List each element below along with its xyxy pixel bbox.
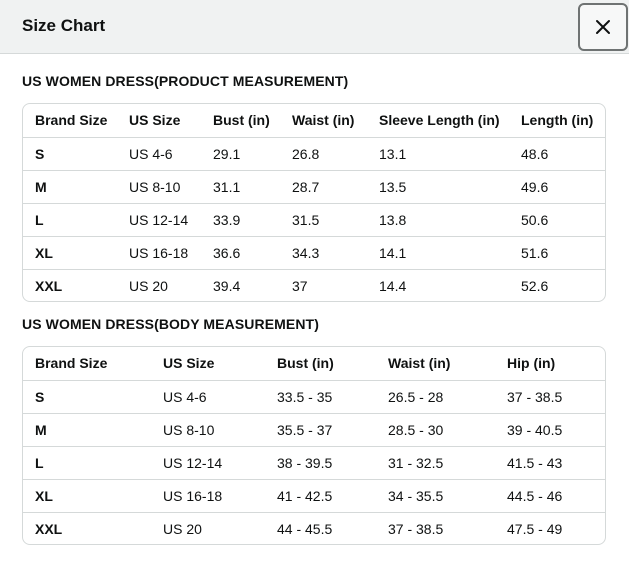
- brand-size-cell: XXL: [35, 521, 63, 537]
- table-cell: 36.6: [213, 245, 241, 261]
- table-cell: 14.1: [379, 245, 407, 261]
- close-icon: [596, 20, 610, 34]
- table-cell: 33.5 - 35: [277, 389, 333, 405]
- column-header: Waist (in): [292, 112, 355, 128]
- brand-size-cell: M: [35, 179, 47, 195]
- table-cell: 48.6: [521, 146, 549, 162]
- product-table-title: US WOMEN DRESS(PRODUCT MEASUREMENT): [22, 73, 349, 89]
- table-cell: US 8-10: [163, 422, 215, 438]
- column-header: Sleeve Length (in): [379, 112, 500, 128]
- close-button[interactable]: [578, 3, 628, 51]
- table-cell: 50.6: [521, 212, 549, 228]
- table-cell: 13.5: [379, 179, 407, 195]
- table-row: XXL US 20 39.4 37 14.4 52.6: [23, 269, 605, 301]
- table-cell: 13.1: [379, 146, 407, 162]
- column-header: US Size: [129, 112, 181, 128]
- column-header: US Size: [163, 355, 215, 371]
- table-cell: 51.6: [521, 245, 549, 261]
- body-table-title: US WOMEN DRESS(BODY MEASUREMENT): [22, 316, 319, 332]
- table-cell: US 20: [163, 521, 202, 537]
- column-header: Brand Size: [35, 355, 108, 371]
- table-cell: 31 - 32.5: [388, 455, 444, 471]
- table-row: M US 8-10 31.1 28.7 13.5 49.6: [23, 170, 605, 203]
- brand-size-cell: L: [35, 212, 44, 228]
- table-row: XXL US 20 44 - 45.5 37 - 38.5 47.5 - 49: [23, 512, 605, 544]
- table-cell: 39 - 40.5: [507, 422, 563, 438]
- table-cell: US 4-6: [163, 389, 207, 405]
- column-header: Bust (in): [213, 112, 270, 128]
- column-header: Brand Size: [35, 112, 108, 128]
- table-row: S US 4-6 29.1 26.8 13.1 48.6: [23, 137, 605, 170]
- table-cell: US 4-6: [129, 146, 173, 162]
- table-cell: 49.6: [521, 179, 549, 195]
- brand-size-cell: XL: [35, 245, 53, 261]
- table-cell: 31.5: [292, 212, 320, 228]
- table-cell: 37 - 38.5: [388, 521, 444, 537]
- brand-size-cell: S: [35, 146, 45, 162]
- column-header: Hip (in): [507, 355, 556, 371]
- table-cell: 33.9: [213, 212, 241, 228]
- table-header-row: Brand Size US Size Bust (in) Waist (in) Slee…: [23, 104, 605, 137]
- modal-title: Size Chart: [22, 16, 106, 35]
- brand-size-cell: L: [35, 455, 44, 471]
- table-cell: 26.8: [292, 146, 320, 162]
- table-cell: 28.5 - 30: [388, 422, 444, 438]
- column-header: Bust (in): [277, 355, 334, 371]
- table-row: S US 4-6 33.5 - 35 26.5 - 28 37 - 38.5: [23, 380, 605, 413]
- table-cell: 14.4: [379, 278, 407, 294]
- table-cell: 47.5 - 49: [507, 521, 563, 537]
- table-cell: 31.1: [213, 179, 241, 195]
- modal-header: Size Chart: [0, 0, 629, 54]
- table-cell: 34.3: [292, 245, 320, 261]
- table-row: L US 12-14 33.9 31.5 13.8 50.6: [23, 203, 605, 236]
- table-cell: US 16-18: [163, 488, 223, 504]
- table-cell: 52.6: [521, 278, 549, 294]
- column-header: Length (in): [521, 112, 594, 128]
- table-cell: US 12-14: [129, 212, 189, 228]
- table-cell: 39.4: [213, 278, 241, 294]
- table-cell: US 16-18: [129, 245, 189, 261]
- table-row: XL US 16-18 41 - 42.5 34 - 35.5 44.5 - 46: [23, 479, 605, 512]
- column-header: Waist (in): [388, 355, 451, 371]
- table-row: L US 12-14 38 - 39.5 31 - 32.5 41.5 - 43: [23, 446, 605, 479]
- table-cell: 44.5 - 46: [507, 488, 563, 504]
- table-header-row: Brand Size US Size Bust (in) Waist (in) Hip …: [23, 347, 605, 380]
- table-cell: 41.5 - 43: [507, 455, 563, 471]
- table-cell: 41 - 42.5: [277, 488, 333, 504]
- table-row: XL US 16-18 36.6 34.3 14.1 51.6: [23, 236, 605, 269]
- table-cell: US 12-14: [163, 455, 223, 471]
- table-cell: US 20: [129, 278, 168, 294]
- table-row: M US 8-10 35.5 - 37 28.5 - 30 39 - 40.5: [23, 413, 605, 446]
- table-cell: 37 - 38.5: [507, 389, 563, 405]
- table-cell: 44 - 45.5: [277, 521, 333, 537]
- brand-size-cell: XL: [35, 488, 53, 504]
- product-measurement-table: Brand Size US Size Bust (in) Waist (in) Slee…: [22, 103, 606, 302]
- table-cell: 35.5 - 37: [277, 422, 333, 438]
- brand-size-cell: S: [35, 389, 45, 405]
- table-cell: 37: [292, 278, 308, 294]
- body-measurement-table: Brand Size US Size Bust (in) Waist (in) Hip …: [22, 346, 606, 545]
- table-cell: 13.8: [379, 212, 407, 228]
- table-cell: 28.7: [292, 179, 320, 195]
- table-cell: 34 - 35.5: [388, 488, 444, 504]
- table-cell: 29.1: [213, 146, 241, 162]
- brand-size-cell: XXL: [35, 278, 63, 294]
- brand-size-cell: M: [35, 422, 47, 438]
- table-cell: 26.5 - 28: [388, 389, 444, 405]
- table-cell: US 8-10: [129, 179, 181, 195]
- table-cell: 38 - 39.5: [277, 455, 333, 471]
